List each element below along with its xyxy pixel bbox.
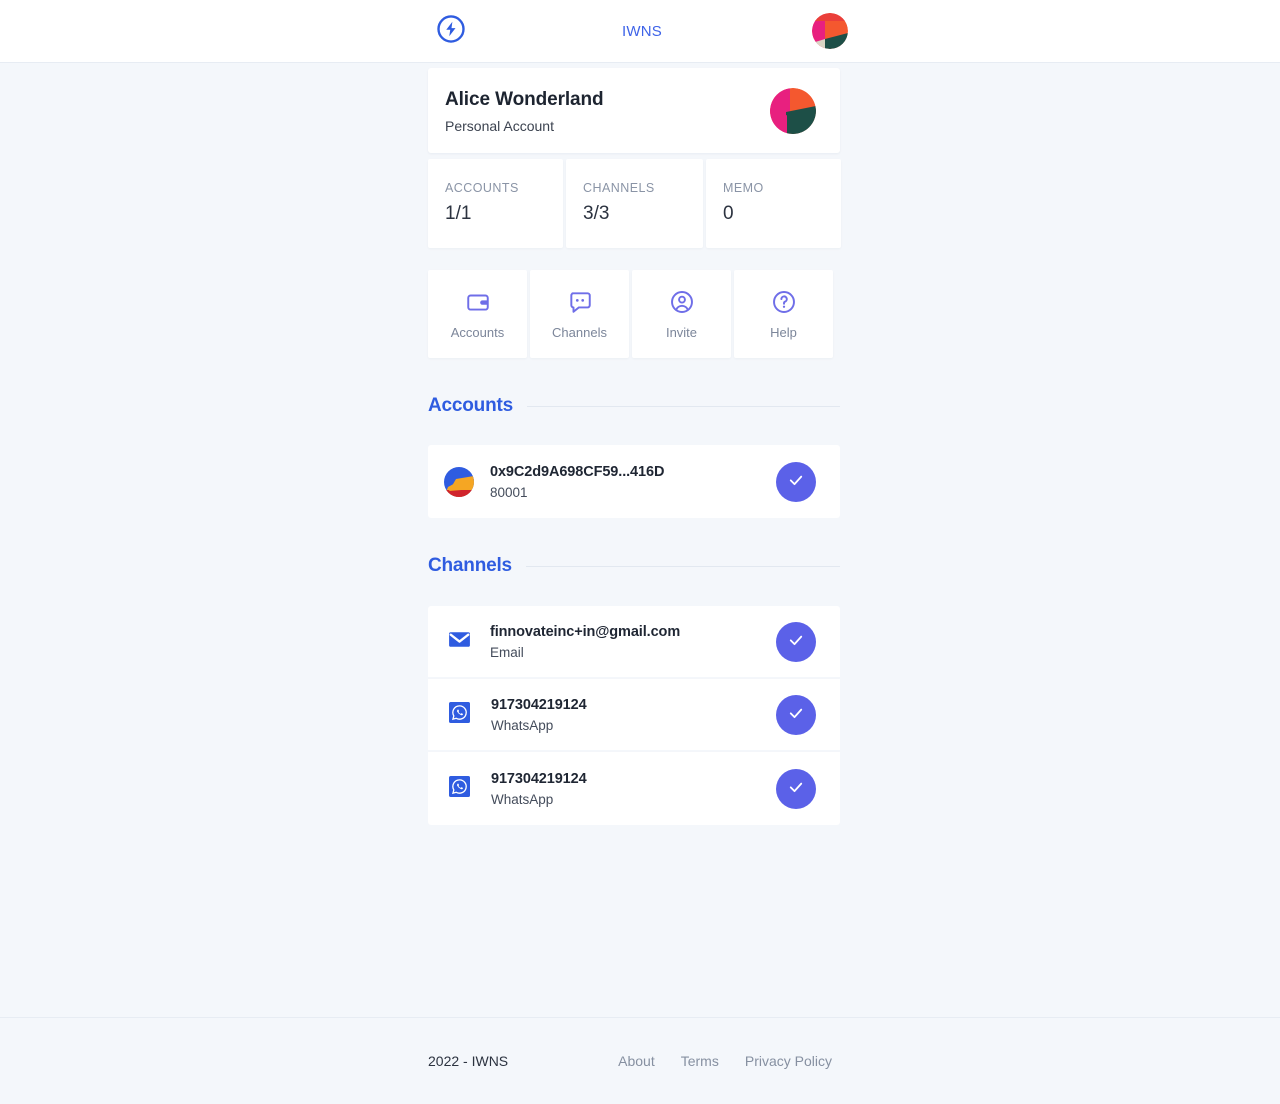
account-verified-button[interactable] [776, 461, 816, 502]
brand-title[interactable]: IWNS [622, 23, 662, 40]
channel-value: 917304219124 [491, 696, 587, 713]
channel-type: WhatsApp [491, 791, 554, 807]
action-accounts[interactable]: Accounts [428, 270, 527, 358]
profile-name: Alice Wonderland [445, 88, 604, 110]
account-identicon [428, 466, 490, 497]
section-divider [525, 565, 840, 567]
question-circle-icon [771, 289, 797, 315]
stat-accounts: ACCOUNTS 1/1 [428, 159, 563, 248]
topbar-inner: IWNS [0, 0, 1280, 62]
app-root: IWNS Alice Wonderland Personal Account A… [0, 0, 1280, 1104]
check-icon [787, 471, 805, 492]
action-label: Invite [665, 324, 698, 340]
page-footer: 2022 - IWNS About Terms Privacy Policy [0, 1017, 1280, 1104]
channels-section-header: Channels [428, 555, 840, 577]
quick-actions-row: Accounts Channels Invite Help [428, 270, 840, 358]
footer-links: About Terms Privacy Policy [618, 1053, 832, 1069]
user-circle-icon [669, 289, 695, 315]
channel-type: WhatsApp [491, 717, 554, 733]
stat-label: CHANNELS [583, 181, 655, 195]
copyright-text: 2022 - IWNS [428, 1053, 509, 1069]
footer-link-privacy-policy[interactable]: Privacy Policy [745, 1053, 832, 1069]
user-identicon-avatar [812, 13, 848, 49]
profile-identicon-avatar [770, 88, 816, 134]
stat-value: 0 [723, 203, 734, 224]
top-navigation-bar: IWNS [0, 0, 1280, 63]
channel-info: finnovateinc+in@gmail.com Email [490, 624, 776, 660]
table-row[interactable]: 917304219124 WhatsApp [428, 679, 840, 752]
channel-type: Email [490, 644, 524, 660]
section-title: Accounts [428, 395, 513, 416]
whatsapp-icon-wrap [428, 701, 491, 728]
channel-verified-button[interactable] [776, 694, 816, 735]
stats-row: ACCOUNTS 1/1 CHANNELS 3/3 MEMO 0 [428, 159, 841, 248]
table-row[interactable]: finnovateinc+in@gmail.com Email [428, 606, 840, 679]
table-row[interactable]: 0x9C2d9A698CF59...416D 80001 [428, 445, 840, 518]
accounts-section-header: Accounts [428, 395, 840, 417]
action-label: Help [770, 324, 797, 340]
whatsapp-icon-wrap [428, 775, 491, 802]
footer-inner: 2022 - IWNS About Terms Privacy Policy [428, 1053, 840, 1069]
channel-verified-button[interactable] [776, 768, 816, 809]
action-help[interactable]: Help [734, 270, 833, 358]
content-column: Alice Wonderland Personal Account ACCOUN… [428, 63, 841, 1017]
wallet-icon [465, 289, 491, 315]
stat-label: MEMO [723, 181, 764, 195]
table-row[interactable]: 917304219124 WhatsApp [428, 752, 840, 825]
bottom-spacer [428, 825, 840, 985]
chat-bubble-icon [567, 289, 593, 315]
whatsapp-icon [449, 775, 470, 802]
action-label: Accounts [450, 324, 505, 340]
main-content: Alice Wonderland Personal Account ACCOUN… [0, 63, 1280, 1017]
footer-link-about[interactable]: About [618, 1053, 655, 1069]
email-icon [447, 627, 472, 657]
check-icon [787, 631, 805, 652]
header-avatar[interactable] [812, 13, 848, 49]
app-logo-button[interactable] [434, 14, 468, 48]
stat-value: 1/1 [445, 203, 472, 224]
whatsapp-icon [449, 701, 470, 728]
channels-list: finnovateinc+in@gmail.com Email 91730421… [428, 606, 840, 825]
account-info: 0x9C2d9A698CF59...416D 80001 [490, 464, 776, 500]
profile-avatar [770, 88, 816, 134]
profile-text: Alice Wonderland Personal Account [445, 89, 604, 134]
account-identicon-icon [444, 466, 474, 497]
profile-card[interactable]: Alice Wonderland Personal Account [428, 68, 840, 153]
action-label: Channels [552, 324, 607, 340]
accounts-list: 0x9C2d9A698CF59...416D 80001 [428, 445, 840, 518]
check-icon [787, 704, 805, 725]
channel-verified-button[interactable] [776, 621, 816, 662]
footer-link-terms[interactable]: Terms [681, 1053, 719, 1069]
action-invite[interactable]: Invite [632, 270, 731, 358]
account-chain: 80001 [490, 484, 528, 500]
channel-info: 917304219124 WhatsApp [491, 771, 776, 807]
section-title: Channels [428, 555, 512, 576]
action-channels[interactable]: Channels [530, 270, 629, 358]
stat-channels: CHANNELS 3/3 [566, 159, 703, 248]
profile-subtitle: Personal Account [445, 117, 554, 134]
account-address: 0x9C2d9A698CF59...416D [490, 463, 665, 480]
stat-memo: MEMO 0 [706, 159, 841, 248]
lightning-bolt-circle-icon [436, 14, 466, 49]
check-icon [787, 778, 805, 799]
email-icon-wrap [428, 627, 490, 657]
channel-value: finnovateinc+in@gmail.com [490, 623, 681, 640]
stat-label: ACCOUNTS [445, 181, 519, 195]
stat-value: 3/3 [583, 203, 610, 224]
section-divider [526, 405, 840, 407]
channel-value: 917304219124 [491, 770, 587, 787]
channel-info: 917304219124 WhatsApp [491, 697, 776, 733]
